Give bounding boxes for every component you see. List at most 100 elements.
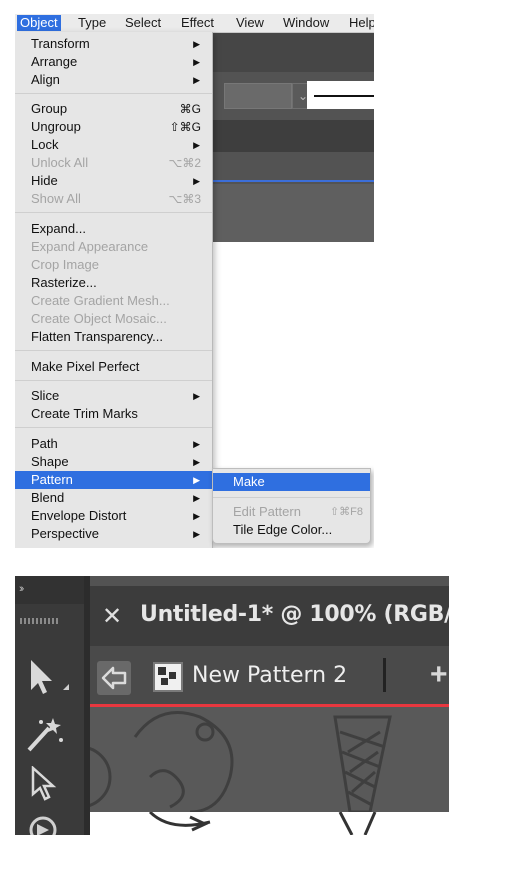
add-icon[interactable]: + — [430, 658, 448, 692]
submenu-arrow-icon: ▶ — [193, 439, 200, 449]
menu-item-rasterize[interactable]: Rasterize... — [15, 274, 212, 292]
menu-item-flatten-transparency[interactable]: Flatten Transparency... — [15, 328, 212, 346]
menu-item-label: Expand... — [31, 221, 86, 236]
menu-item-transform[interactable]: Transform ▶ — [15, 35, 212, 53]
menu-item-envelope-distort[interactable]: Envelope Distort ▶ — [15, 507, 212, 525]
menu-select[interactable]: Select — [125, 15, 161, 31]
menu-window[interactable]: Window — [283, 15, 329, 31]
menu-item-hide[interactable]: Hide ▶ — [15, 172, 212, 190]
menu-item-label: Create Gradient Mesh... — [31, 293, 170, 308]
artboard[interactable] — [90, 810, 449, 835]
menu-item-make-pixel-perfect[interactable]: Make Pixel Perfect — [15, 358, 212, 376]
submenu-arrow-icon: ▶ — [193, 140, 200, 150]
menu-effect[interactable]: Effect — [181, 15, 214, 31]
menu-object[interactable]: Object — [17, 15, 61, 31]
menu-separator — [15, 350, 212, 351]
submenu-item-tile-edge-color[interactable]: Tile Edge Color... — [213, 521, 370, 539]
submenu-arrow-icon: ▶ — [193, 457, 200, 467]
submenu-arrow-icon: ▶ — [193, 529, 200, 539]
submenu-item-edit-pattern: Edit Pattern ⇧⌘F8 — [213, 503, 370, 521]
submenu-arrow-icon: ▶ — [193, 511, 200, 521]
menu-item-slice[interactable]: Slice ▶ — [15, 387, 212, 405]
menu-bar: Object Type Select Effect View Window He… — [15, 14, 374, 33]
menu-item-arrange[interactable]: Arrange ▶ — [15, 53, 212, 71]
menu-item-label: Group — [31, 101, 68, 116]
close-icon[interactable]: ✕ — [102, 602, 122, 631]
menu-shortcut: ⌘G — [179, 102, 201, 116]
menu-shortcut: ⌥⌘2 — [168, 156, 201, 170]
menu-item-label: Rasterize... — [31, 275, 97, 290]
menu-item-shape[interactable]: Shape ▶ — [15, 453, 212, 471]
pattern-edit-screenshot: ›› ✕ Untitled-1* @ 100% (RGB/G New Patte… — [15, 576, 449, 835]
menu-item-label: Create Object Mosaic... — [31, 311, 167, 326]
submenu-arrow-icon: ▶ — [193, 391, 200, 401]
menu-item-label: Unlock All — [31, 155, 89, 170]
tools-panel: ›› — [15, 576, 84, 835]
magic-wand-icon[interactable] — [25, 716, 65, 752]
submenu-item-label: Tile Edge Color... — [233, 522, 333, 537]
selection-tool-icon[interactable] — [29, 660, 69, 696]
submenu-arrow-icon: ▶ — [193, 176, 200, 186]
menu-item-label: Transform — [31, 36, 90, 51]
menu-shortcut: ⌥⌘3 — [168, 192, 201, 206]
menu-item-label: Envelope Distort — [31, 508, 127, 523]
menu-item-lock[interactable]: Lock ▶ — [15, 136, 212, 154]
menu-item-group[interactable]: Group ⌘G — [15, 100, 212, 118]
menu-separator — [15, 93, 212, 94]
pattern-swatch-icon — [153, 662, 183, 692]
submenu-separator — [213, 497, 370, 498]
menu-item-label: Perspective — [31, 526, 99, 541]
back-button[interactable] — [97, 661, 131, 695]
menu-item-ungroup[interactable]: Ungroup ⇧⌘G — [15, 118, 212, 136]
submenu-arrow-icon: ▶ — [193, 39, 200, 49]
menu-item-label: Expand Appearance — [31, 239, 149, 254]
submenu-item-make[interactable]: Make — [213, 473, 370, 491]
menu-item-label: Flatten Transparency... — [31, 329, 163, 344]
submenu-arrow-icon: ▶ — [193, 57, 200, 67]
submenu-arrow-icon: ▶ — [193, 475, 200, 485]
menu-item-perspective[interactable]: Perspective ▶ — [15, 525, 212, 543]
submenu-item-label: Make — [233, 474, 265, 489]
document-tabstrip — [212, 120, 374, 152]
pattern-edit-bar: New Pattern 2 + — [90, 646, 449, 704]
menu-item-label: Path — [31, 436, 58, 451]
collapse-panel-icon[interactable]: ›› — [19, 583, 25, 595]
menu-view[interactable]: View — [236, 15, 264, 31]
menu-item-gradient-mesh: Create Gradient Mesh... — [15, 292, 212, 310]
menu-item-label: Ungroup — [31, 119, 81, 134]
stroke-line — [314, 95, 374, 97]
menu-item-expand[interactable]: Expand... — [15, 220, 212, 238]
menu-help[interactable]: Help — [349, 15, 374, 31]
menu-item-label: Align — [31, 72, 60, 87]
menu-item-label: Shape — [31, 454, 69, 469]
submenu-item-label: Edit Pattern — [233, 504, 301, 519]
menu-item-pattern[interactable]: Pattern ▶ — [15, 471, 212, 489]
submenu-arrow-icon: ▶ — [193, 75, 200, 85]
menu-type[interactable]: Type — [78, 15, 106, 31]
pattern-name: New Pattern 2 — [192, 663, 348, 688]
menu-item-label: Arrange — [31, 54, 78, 69]
toolbar-separator — [383, 658, 386, 692]
menu-item-create-trim-marks[interactable]: Create Trim Marks — [15, 405, 212, 423]
document-title: Untitled-1* @ 100% (RGB/G — [140, 602, 449, 627]
menu-separator — [15, 212, 212, 213]
menu-separator — [15, 380, 212, 381]
object-menu-screenshot: ⌄ Object Type Select Effect View Window … — [15, 14, 374, 548]
menu-item-expand-appearance: Expand Appearance — [15, 238, 212, 256]
menu-item-label: Make Pixel Perfect — [31, 359, 140, 374]
menu-item-show-all: Show All ⌥⌘3 — [15, 190, 212, 208]
document-tab[interactable]: ✕ Untitled-1* @ 100% (RGB/G — [90, 586, 449, 646]
fill-dropdown[interactable] — [224, 83, 292, 109]
panel-grip[interactable] — [20, 618, 60, 624]
menu-shortcut: ⇧⌘G — [169, 120, 201, 134]
app-toolbar — [212, 32, 374, 72]
menu-item-blend[interactable]: Blend ▶ — [15, 489, 212, 507]
menu-item-align[interactable]: Align ▶ — [15, 71, 212, 89]
tool-icon[interactable] — [25, 814, 65, 835]
submenu-shortcut: ⇧⌘F8 — [329, 506, 363, 518]
pattern-canvas[interactable] — [48, 707, 449, 814]
menu-item-object-mosaic: Create Object Mosaic... — [15, 310, 212, 328]
menu-item-path[interactable]: Path ▶ — [15, 435, 212, 453]
direct-selection-icon[interactable] — [29, 766, 65, 802]
artboard-area — [212, 184, 374, 242]
